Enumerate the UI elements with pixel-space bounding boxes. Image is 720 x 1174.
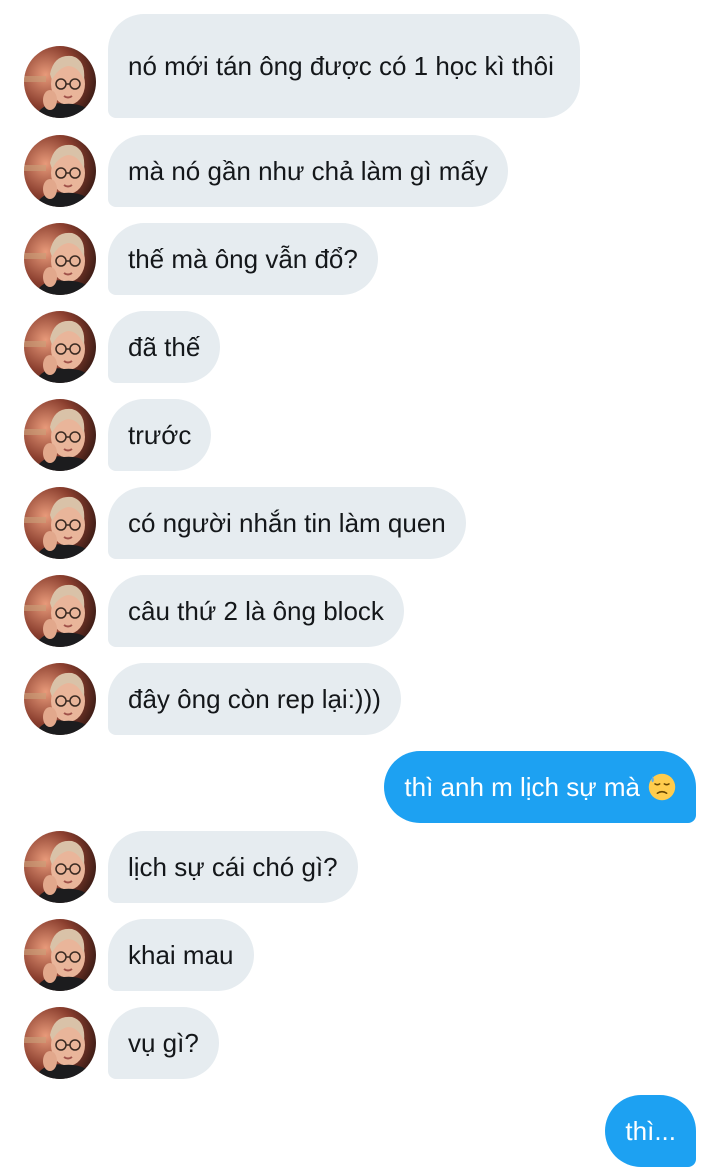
downcast-sweat-face-icon [648,773,676,801]
profile-photo [24,311,96,383]
message-row: đây ông còn rep lại:))) [0,663,720,735]
message-text: vụ gì? [128,1028,199,1058]
message-text: thế mà ông vẫn đổ? [128,244,358,274]
incoming-message-bubble[interactable]: câu thứ 2 là ông block [108,575,404,647]
avatar[interactable] [24,46,96,118]
outgoing-message-bubble[interactable]: thì... [605,1095,696,1167]
avatar[interactable] [24,135,96,207]
profile-photo [24,46,96,118]
profile-photo [24,575,96,647]
avatar[interactable] [24,223,96,295]
message-text: trước [128,420,192,450]
message-row: vụ gì? [0,1007,720,1079]
message-row: thì anh m lịch sự mà [0,751,720,823]
message-row: lịch sự cái chó gì? [0,831,720,903]
message-row: đã thế [0,311,720,383]
avatar[interactable] [24,399,96,471]
message-text: thì anh m lịch sự mà [404,772,640,802]
message-row: mà nó gần như chả làm gì mấy [0,135,720,207]
message-row: thế mà ông vẫn đổ? [0,223,720,295]
incoming-message-bubble[interactable]: mà nó gần như chả làm gì mấy [108,135,508,207]
chat-thread: nó mới tán ông được có 1 học kì thôi mà … [0,0,720,1174]
avatar[interactable] [24,311,96,383]
avatar[interactable] [24,575,96,647]
message-text: lịch sự cái chó gì? [128,852,338,882]
message-row: có người nhắn tin làm quen [0,487,720,559]
message-row: trước [0,399,720,471]
message-text: đã thế [128,332,201,362]
message-row: khai mau [0,919,720,991]
incoming-message-bubble[interactable]: trước [108,399,212,471]
avatar[interactable] [24,831,96,903]
profile-photo [24,919,96,991]
message-text: mà nó gần như chả làm gì mấy [128,156,488,186]
message-row: thì... [0,1095,720,1167]
avatar[interactable] [24,663,96,735]
profile-photo [24,399,96,471]
incoming-message-bubble[interactable]: đây ông còn rep lại:))) [108,663,401,735]
incoming-message-bubble[interactable]: có người nhắn tin làm quen [108,487,466,559]
incoming-message-bubble[interactable]: lịch sự cái chó gì? [108,831,358,903]
outgoing-message-bubble[interactable]: thì anh m lịch sự mà [384,751,696,823]
message-text: có người nhắn tin làm quen [128,508,446,538]
avatar[interactable] [24,487,96,559]
profile-photo [24,663,96,735]
message-text: khai mau [128,940,234,970]
profile-photo [24,1007,96,1079]
message-text: nó mới tán ông được có 1 học kì thôi [128,51,554,81]
incoming-message-bubble[interactable]: nó mới tán ông được có 1 học kì thôi [108,14,580,118]
incoming-message-bubble[interactable]: đã thế [108,311,221,383]
profile-photo [24,223,96,295]
avatar[interactable] [24,919,96,991]
message-row: câu thứ 2 là ông block [0,575,720,647]
message-row: nó mới tán ông được có 1 học kì thôi [0,14,720,118]
incoming-message-bubble[interactable]: vụ gì? [108,1007,219,1079]
avatar[interactable] [24,1007,96,1079]
incoming-message-bubble[interactable]: khai mau [108,919,254,991]
message-text: đây ông còn rep lại:))) [128,684,381,714]
profile-photo [24,831,96,903]
profile-photo [24,487,96,559]
profile-photo [24,135,96,207]
message-text: thì... [625,1116,676,1146]
message-text: câu thứ 2 là ông block [128,596,384,626]
incoming-message-bubble[interactable]: thế mà ông vẫn đổ? [108,223,378,295]
